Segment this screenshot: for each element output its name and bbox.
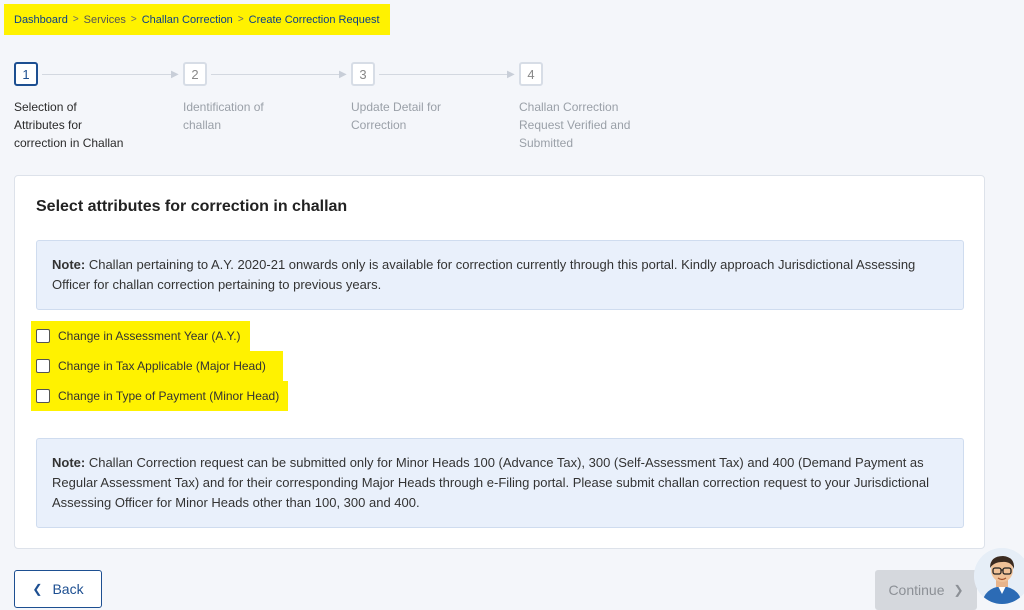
step-label-line: Selection of (14, 100, 77, 114)
assistant-avatar-icon[interactable] (974, 548, 1024, 604)
step-connector (42, 74, 176, 75)
back-button-label: Back (52, 581, 84, 597)
continue-button-label: Continue (888, 582, 945, 598)
breadcrumb-dashboard[interactable]: Dashboard (14, 14, 68, 26)
note-label: Note: (52, 257, 86, 272)
step-2-number: 2 (183, 62, 207, 86)
note-text: Challan pertaining to A.Y. 2020-21 onwar… (52, 257, 916, 292)
breadcrumb-services[interactable]: Services (84, 14, 126, 26)
back-button[interactable]: ❮ Back (14, 570, 102, 608)
option-label: Change in Assessment Year (A.Y.) (58, 329, 241, 343)
note-available-years: Note: Challan pertaining to A.Y. 2020-21… (36, 240, 964, 310)
step-label-line: correction in Challan (14, 136, 124, 150)
option-change-type-of-payment[interactable]: Change in Type of Payment (Minor Head) (31, 381, 288, 411)
step-arrow-icon: ▶ (339, 69, 347, 80)
attribute-options: Change in Assessment Year (A.Y.) Change … (31, 321, 288, 411)
step-arrow-icon: ▶ (171, 69, 179, 80)
step-arrow-icon: ▶ (507, 69, 515, 80)
note-minor-heads: Note: Challan Correction request can be … (36, 438, 964, 528)
step-label-line: Attributes for (14, 118, 83, 132)
breadcrumb: Dashboard > Services > Challan Correctio… (4, 4, 390, 35)
attributes-card: Select attributes for correction in chal… (14, 175, 985, 549)
option-change-tax-applicable[interactable]: Change in Tax Applicable (Major Head) (31, 351, 283, 381)
note-label: Note: (52, 455, 86, 470)
breadcrumb-separator: > (130, 14, 137, 25)
option-label: Change in Tax Applicable (Major Head) (58, 359, 266, 373)
step-1-label: Selection of Attributes for correction i… (14, 98, 144, 152)
step-4-label: Challan Correction Request Verified and … (519, 98, 649, 152)
step-label-line: Correction (351, 118, 407, 132)
step-2-label: Identification of challan (183, 98, 313, 134)
step-3-number: 3 (351, 62, 375, 86)
step-label-line: Challan Correction (519, 100, 619, 114)
step-3-label: Update Detail for Correction (351, 98, 481, 134)
chevron-left-icon: ❮ (32, 582, 43, 596)
step-1-number: 1 (14, 62, 38, 86)
option-change-assessment-year[interactable]: Change in Assessment Year (A.Y.) (31, 321, 250, 351)
step-label-line: challan (183, 118, 222, 132)
chevron-right-icon: ❯ (953, 583, 964, 597)
step-label-line: Update Detail for (351, 100, 442, 114)
step-connector (379, 74, 512, 75)
breadcrumb-separator: > (237, 14, 244, 25)
continue-button[interactable]: Continue ❯ (875, 570, 977, 610)
breadcrumb-current-page: Create Correction Request (248, 13, 380, 26)
card-title: Select attributes for correction in chal… (36, 198, 348, 215)
step-label-line: Identification of (183, 100, 264, 114)
step-connector (211, 74, 344, 75)
checkbox[interactable] (36, 359, 50, 373)
breadcrumb-separator: > (72, 14, 79, 25)
step-4-number: 4 (519, 62, 543, 86)
checkbox[interactable] (36, 389, 50, 403)
breadcrumb-challan-correction[interactable]: Challan Correction (142, 14, 233, 26)
checkbox[interactable] (36, 329, 50, 343)
step-label-line: Submitted (519, 136, 574, 150)
step-label-line: Request Verified and (519, 118, 631, 132)
option-label: Change in Type of Payment (Minor Head) (58, 389, 280, 403)
note-text: Challan Correction request can be submit… (52, 455, 929, 510)
